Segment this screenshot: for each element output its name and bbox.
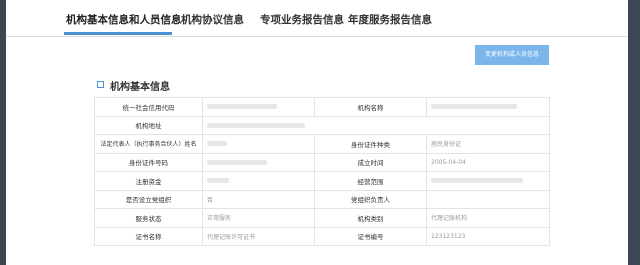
table-row: 服务状态 正常服务 机构类别 代理记账机构: [94, 208, 550, 228]
capital-value: [202, 171, 315, 191]
scope-label: 经营范围: [314, 171, 427, 191]
org-category-label: 机构类别: [314, 208, 427, 228]
tab-basic-info[interactable]: 机构基本信息和人员信息: [66, 12, 182, 26]
certificate-number-value: 123123123: [426, 226, 550, 246]
certificate-name-value: 代理记账许可证书: [202, 226, 315, 246]
certificate-number-label: 证书编号: [314, 226, 427, 246]
legal-rep-label: 法定代表人（执行事务合伙人）姓名: [94, 134, 203, 154]
party-org-value: 否: [202, 189, 315, 209]
party-leader-value: [426, 189, 550, 209]
capital-label: 注册资金: [94, 171, 203, 191]
id-type-label: 身份证件种类: [314, 134, 427, 154]
tab-special-report[interactable]: 专项业务报告信息: [260, 12, 344, 26]
table-row: 机构地址: [94, 115, 550, 135]
redacted-value: [431, 178, 523, 184]
window-edge: [630, 0, 640, 265]
legal-rep-value: [202, 134, 315, 154]
founded-label: 成立时间: [314, 152, 427, 172]
table-row: 身份证件号码 成立时间 2005-04-04: [94, 152, 550, 172]
tab-annual-report[interactable]: 年度服务报告信息: [348, 12, 432, 26]
id-number-label: 身份证件号码: [94, 152, 203, 172]
party-org-label: 是否设立党组织: [94, 189, 203, 209]
certificate-name-label: 证书名称: [94, 226, 203, 246]
org-category-value: 代理记账机构: [426, 208, 550, 228]
app-window: 机构基本信息和人员信息 机构协议信息 专项业务报告信息 年度服务报告信息 变更机…: [0, 0, 640, 265]
redacted-value: [207, 104, 277, 110]
org-name-label: 机构名称: [314, 97, 427, 117]
address-value: [202, 115, 550, 135]
change-info-button[interactable]: 变更机构或人员信息: [475, 45, 549, 65]
table-row: 证书名称 代理记账许可证书 证书编号 123123123: [94, 226, 550, 246]
credit-code-value: [202, 97, 315, 117]
active-tab-indicator: [64, 32, 172, 35]
id-number-value: [202, 152, 315, 172]
table-row: 注册资金 经营范围: [94, 171, 550, 191]
redacted-value: [207, 141, 227, 147]
section-title: 机构基本信息: [110, 82, 170, 93]
table-row: 法定代表人（执行事务合伙人）姓名 身份证件种类 居民身份证: [94, 134, 550, 154]
tab-agreement-info[interactable]: 机构协议信息: [181, 12, 244, 26]
redacted-value: [431, 104, 517, 110]
tab-bar: 机构基本信息和人员信息 机构协议信息 专项业务报告信息 年度服务报告信息: [6, 0, 628, 37]
scope-value: [426, 171, 550, 191]
service-status-label: 服务状态: [94, 208, 203, 228]
address-label: 机构地址: [94, 115, 203, 135]
info-table: 统一社会信用代码 机构名称 机构地址 法定代表人（执行事务合伙人）姓名 身份证件…: [94, 97, 550, 246]
org-name-value: [426, 97, 550, 117]
redacted-value: [207, 178, 229, 184]
redacted-value: [207, 122, 305, 128]
content-panel: 机构基本信息和人员信息 机构协议信息 专项业务报告信息 年度服务报告信息 变更机…: [6, 0, 628, 265]
id-type-value: 居民身份证: [426, 134, 550, 154]
service-status-value: 正常服务: [202, 208, 315, 228]
table-row: 是否设立党组织 否 党组织负责人: [94, 189, 550, 209]
redacted-value: [207, 159, 267, 165]
party-leader-label: 党组织负责人: [314, 189, 427, 209]
table-row: 统一社会信用代码 机构名称: [94, 97, 550, 117]
founded-value: 2005-04-04: [426, 152, 550, 172]
section-square-icon: [97, 81, 104, 88]
credit-code-label: 统一社会信用代码: [94, 97, 203, 117]
